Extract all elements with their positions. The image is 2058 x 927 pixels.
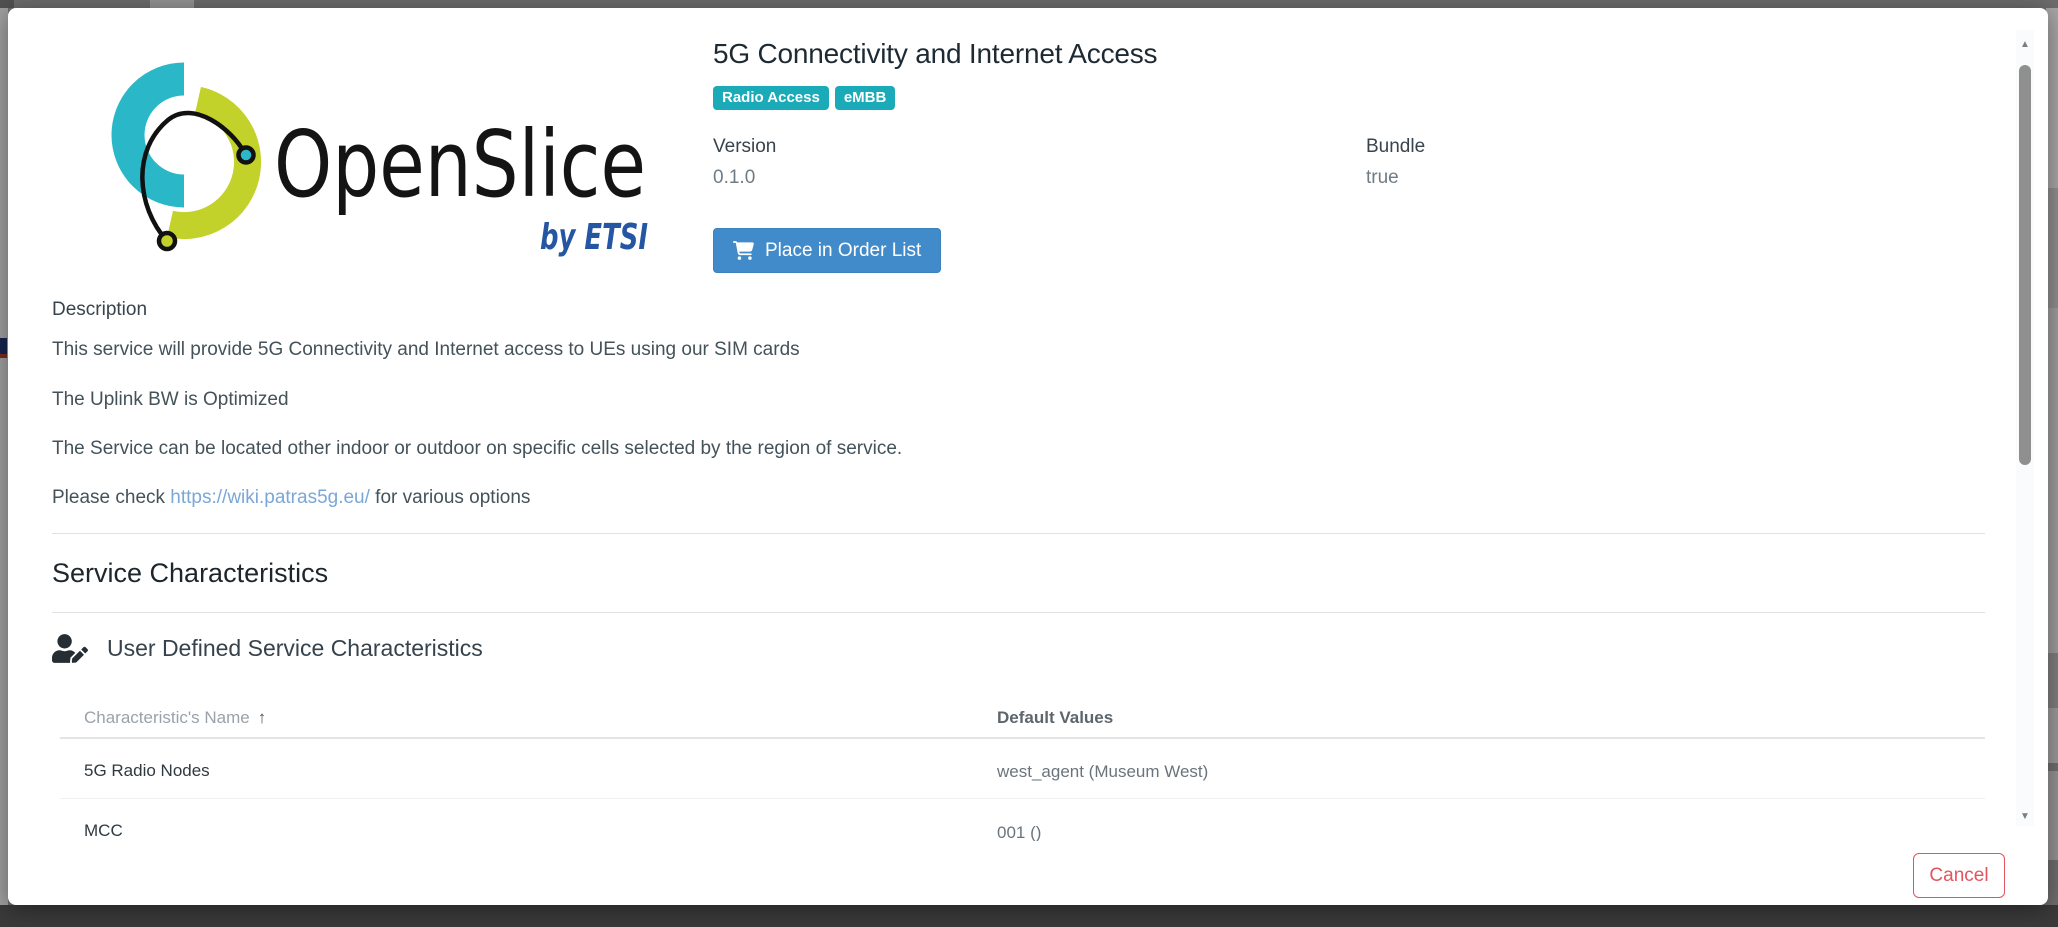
background-page-fragment [0, 338, 7, 354]
section-divider [52, 533, 1985, 534]
page-backdrop-bottom [0, 905, 2058, 927]
version-field: Version 0.1.0 [713, 136, 776, 189]
logo-lime-dot [159, 233, 175, 249]
section-divider [52, 612, 1985, 613]
openslice-logo: OpenSlice by ETSI [56, 38, 656, 258]
table-row-divider [60, 798, 1985, 799]
wiki-link[interactable]: https://wiki.patras5g.eu/ [170, 487, 370, 508]
sort-ascending-icon: ↑ [258, 708, 267, 727]
logo-byline: by ETSI [540, 217, 648, 258]
user-edit-icon [52, 634, 88, 663]
tag-badge-embb: eMBB [835, 86, 896, 110]
link-prefix-text: Please check [52, 487, 170, 508]
scrollbar-thumb[interactable] [2019, 65, 2031, 465]
openslice-logo-graphic: OpenSlice by ETSI [56, 38, 656, 258]
description-paragraph: The Uplink BW is Optimized [52, 389, 1652, 411]
page-backdrop-corner [0, 0, 14, 8]
bundle-label: Bundle [1366, 136, 1425, 158]
table-row-characteristic-name: 5G Radio Nodes [84, 761, 210, 781]
dialog-scroll-area: OpenSlice by ETSI 5G Connectivity and In… [8, 8, 2016, 841]
page-backdrop-left [0, 8, 8, 905]
description-paragraph: The Service can be located other indoor … [52, 438, 1652, 460]
page-backdrop-tab [150, 0, 194, 8]
dialog-scrollbar[interactable]: ▲ ▼ [2016, 30, 2034, 826]
service-title: 5G Connectivity and Internet Access [713, 38, 1157, 70]
description-paragraph: This service will provide 5G Connectivit… [52, 339, 1652, 361]
page-backdrop-top [0, 0, 2058, 8]
link-suffix-text: for various options [370, 487, 531, 508]
logo-brand-name: OpenSlice [274, 111, 646, 218]
bundle-value: true [1366, 167, 1425, 189]
category-badges: Radio Access eMBB [713, 86, 895, 110]
service-characteristics-heading: Service Characteristics [52, 558, 328, 589]
place-in-order-list-label: Place in Order List [765, 240, 921, 262]
version-value: 0.1.0 [713, 167, 776, 189]
characteristic-name-header-label: Characteristic's Name [84, 708, 250, 727]
scrollbar-up-arrow[interactable]: ▲ [2016, 38, 2034, 52]
background-page-fragment-accent [0, 354, 7, 358]
cancel-button[interactable]: Cancel [1913, 853, 2005, 898]
service-details-dialog: OpenSlice by ETSI 5G Connectivity and In… [8, 8, 2048, 905]
tag-badge-radio-access: Radio Access [713, 86, 829, 110]
description-link-paragraph: Please check https://wiki.patras5g.eu/ f… [52, 487, 1652, 509]
description-label: Description [52, 299, 147, 321]
user-defined-characteristics-header: User Defined Service Characteristics [52, 634, 483, 663]
bundle-field: Bundle true [1366, 136, 1425, 189]
version-label: Version [713, 136, 776, 158]
shopping-cart-icon [733, 241, 754, 260]
logo-teal-dot [239, 148, 254, 163]
user-defined-characteristics-title: User Defined Service Characteristics [107, 635, 483, 662]
table-row-default-value: west_agent (Museum West) [997, 762, 1208, 782]
column-header-characteristic-name[interactable]: Characteristic's Name ↑ [84, 708, 266, 728]
table-row-characteristic-name: MCC [84, 821, 123, 841]
place-in-order-list-button[interactable]: Place in Order List [713, 228, 941, 273]
scrollbar-down-arrow[interactable]: ▼ [2016, 810, 2034, 824]
column-header-default-values[interactable]: Default Values [997, 708, 1113, 728]
table-header-divider [60, 737, 1985, 739]
table-row-default-value: 001 () [997, 823, 1041, 841]
